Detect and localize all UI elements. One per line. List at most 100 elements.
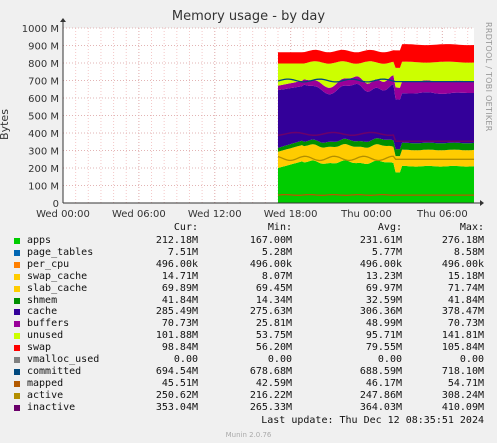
legend-value-max: 15.18M xyxy=(447,270,484,282)
legend-value-avg: 364.03M xyxy=(359,401,402,413)
legend-value-cur: 69.89M xyxy=(161,282,198,294)
legend-value-min: 678.68M xyxy=(249,365,292,377)
legend-value-min: 496.00k xyxy=(249,258,292,270)
legend-row: page_tables 7.51M 5.28M 5.77M 8.58M xyxy=(0,247,497,259)
legend-swatch xyxy=(14,404,20,411)
legend-row: swap_cache 14.71M 8.07M 13.23M 15.18M xyxy=(0,271,497,283)
legend-value-max: 141.81M xyxy=(441,330,484,342)
legend-swatch xyxy=(14,238,20,244)
legend-value-cur: 212.18M xyxy=(155,235,198,246)
legend-series-name: shmem xyxy=(27,294,58,306)
legend-row: per_cpu 496.00k 496.00k 496.00k 496.00k xyxy=(0,259,497,271)
legend-series-name: slab_cache xyxy=(27,282,88,294)
legend-swatch xyxy=(14,297,20,304)
legend-value-cur: 14.71M xyxy=(161,270,198,282)
legend-value-min: 0.00 xyxy=(267,354,292,365)
legend-swatch xyxy=(14,261,20,268)
legend-row: shmem 41.84M 14.34M 32.59M 41.84M xyxy=(0,295,497,307)
last-update: Last update: Thu Dec 12 08:35:51 2024 xyxy=(261,415,484,426)
legend-value-cur: 7.51M xyxy=(167,246,198,258)
legend-value-max: 71.74M xyxy=(447,282,484,294)
legend-series-name: buffers xyxy=(27,318,70,330)
legend-row: slab_cache 69.89M 69.45M 69.97M 71.74M xyxy=(0,283,497,295)
legend-value-max: 276.18M xyxy=(441,235,484,246)
legend-swatch xyxy=(14,357,20,363)
legend-value-max: 718.10M xyxy=(441,365,484,377)
legend-series-name: page_tables xyxy=(27,246,94,258)
legend-row: committed 694.54M 678.68M 688.59M 718.10M xyxy=(0,366,497,378)
legend-value-avg: 79.55M xyxy=(365,342,402,354)
legend-value-max: 308.24M xyxy=(441,389,484,401)
legend-value-min: 53.75M xyxy=(255,330,292,342)
legend-value-cur: 496.00k xyxy=(155,258,198,270)
legend-value-cur: 694.54M xyxy=(155,365,198,377)
legend-value-max: 105.84M xyxy=(441,342,484,354)
legend-series-name: apps xyxy=(27,235,52,246)
legend-swatch xyxy=(14,380,20,387)
legend-series-name: inactive xyxy=(27,401,76,413)
legend-swatch xyxy=(14,273,20,280)
col-header-min: Min: xyxy=(267,222,292,233)
legend-series-name: per_cpu xyxy=(27,258,70,270)
legend-value-min: 56.20M xyxy=(255,342,292,354)
legend-value-min: 216.22M xyxy=(249,389,292,401)
legend-swatch xyxy=(14,368,20,375)
legend-value-max: 378.47M xyxy=(441,306,484,318)
legend-row: cache 285.49M 275.63M 306.36M 378.47M xyxy=(0,306,497,318)
legend-value-min: 69.45M xyxy=(255,282,292,294)
legend-value-min: 275.63M xyxy=(249,306,292,318)
legend-series-name: committed xyxy=(27,365,82,377)
legend-row: unused 101.88M 53.75M 95.71M 141.81M xyxy=(0,330,497,342)
legend-series-name: mapped xyxy=(27,377,64,389)
legend-row: mapped 45.51M 42.59M 46.17M 54.71M xyxy=(0,378,497,390)
legend-value-cur: 101.88M xyxy=(155,330,198,342)
legend-value-min: 42.59M xyxy=(255,377,292,389)
legend-value-avg: 46.17M xyxy=(365,377,402,389)
legend-series-name: swap_cache xyxy=(27,270,88,282)
legend-value-cur: 70.73M xyxy=(161,318,198,330)
legend-value-cur: 285.49M xyxy=(155,306,198,318)
legend-row: vmalloc_used 0.00 0.00 0.00 0.00 xyxy=(0,354,497,366)
legend-value-min: 25.81M xyxy=(255,318,292,330)
legend-value-max: 8.58M xyxy=(453,246,484,258)
legend-value-avg: 69.97M xyxy=(365,282,402,294)
legend-value-max: 70.73M xyxy=(447,318,484,330)
legend-value-max: 410.09M xyxy=(441,401,484,413)
munin-version: Munin 2.0.76 xyxy=(225,431,272,439)
legend-value-max: 41.84M xyxy=(447,294,484,306)
legend-series-name: swap xyxy=(27,342,52,354)
legend-value-cur: 250.62M xyxy=(155,389,198,401)
legend-value-avg: 13.23M xyxy=(365,270,402,282)
legend-value-cur: 0.00 xyxy=(173,354,198,365)
legend-value-min: 265.33M xyxy=(249,401,292,413)
legend-value-avg: 5.77M xyxy=(371,246,402,258)
col-header-avg: Avg: xyxy=(377,222,402,233)
col-header-cur: Cur: xyxy=(173,222,198,233)
legend-row: swap 98.84M 56.20M 79.55M 105.84M xyxy=(0,342,497,354)
legend-series-name: active xyxy=(27,389,64,401)
legend-value-cur: 98.84M xyxy=(161,342,198,354)
legend: Cur: Min: Avg: Max: apps 212.18M 167.00M 23… xyxy=(0,0,497,443)
legend-value-avg: 0.00 xyxy=(377,354,402,365)
legend-value-avg: 95.71M xyxy=(365,330,402,342)
legend-value-cur: 45.51M xyxy=(161,377,198,389)
legend-row: inactive 353.04M 265.33M 364.03M 410.09M xyxy=(0,402,497,414)
legend-value-min: 167.00M xyxy=(249,235,292,246)
legend-series-name: unused xyxy=(27,330,64,342)
legend-swatch xyxy=(14,285,20,292)
legend-row: buffers 70.73M 25.81M 48.99M 70.73M xyxy=(0,318,497,330)
legend-value-max: 496.00k xyxy=(441,258,484,270)
legend-value-avg: 231.61M xyxy=(359,235,402,246)
legend-value-min: 14.34M xyxy=(255,294,292,306)
legend-swatch xyxy=(14,309,20,316)
legend-value-max: 0.00 xyxy=(459,354,484,365)
legend-value-cur: 353.04M xyxy=(155,401,198,413)
legend-value-avg: 48.99M xyxy=(365,318,402,330)
legend-value-max: 54.71M xyxy=(447,377,484,389)
legend-value-min: 5.28M xyxy=(261,246,292,258)
munin-graph: Memory usage - by day RRDTOOL / TOBI OET… xyxy=(0,0,497,443)
legend-series-name: cache xyxy=(27,306,58,318)
legend-swatch xyxy=(14,321,20,328)
legend-value-avg: 247.86M xyxy=(359,389,402,401)
col-header-max: Max: xyxy=(459,222,484,233)
